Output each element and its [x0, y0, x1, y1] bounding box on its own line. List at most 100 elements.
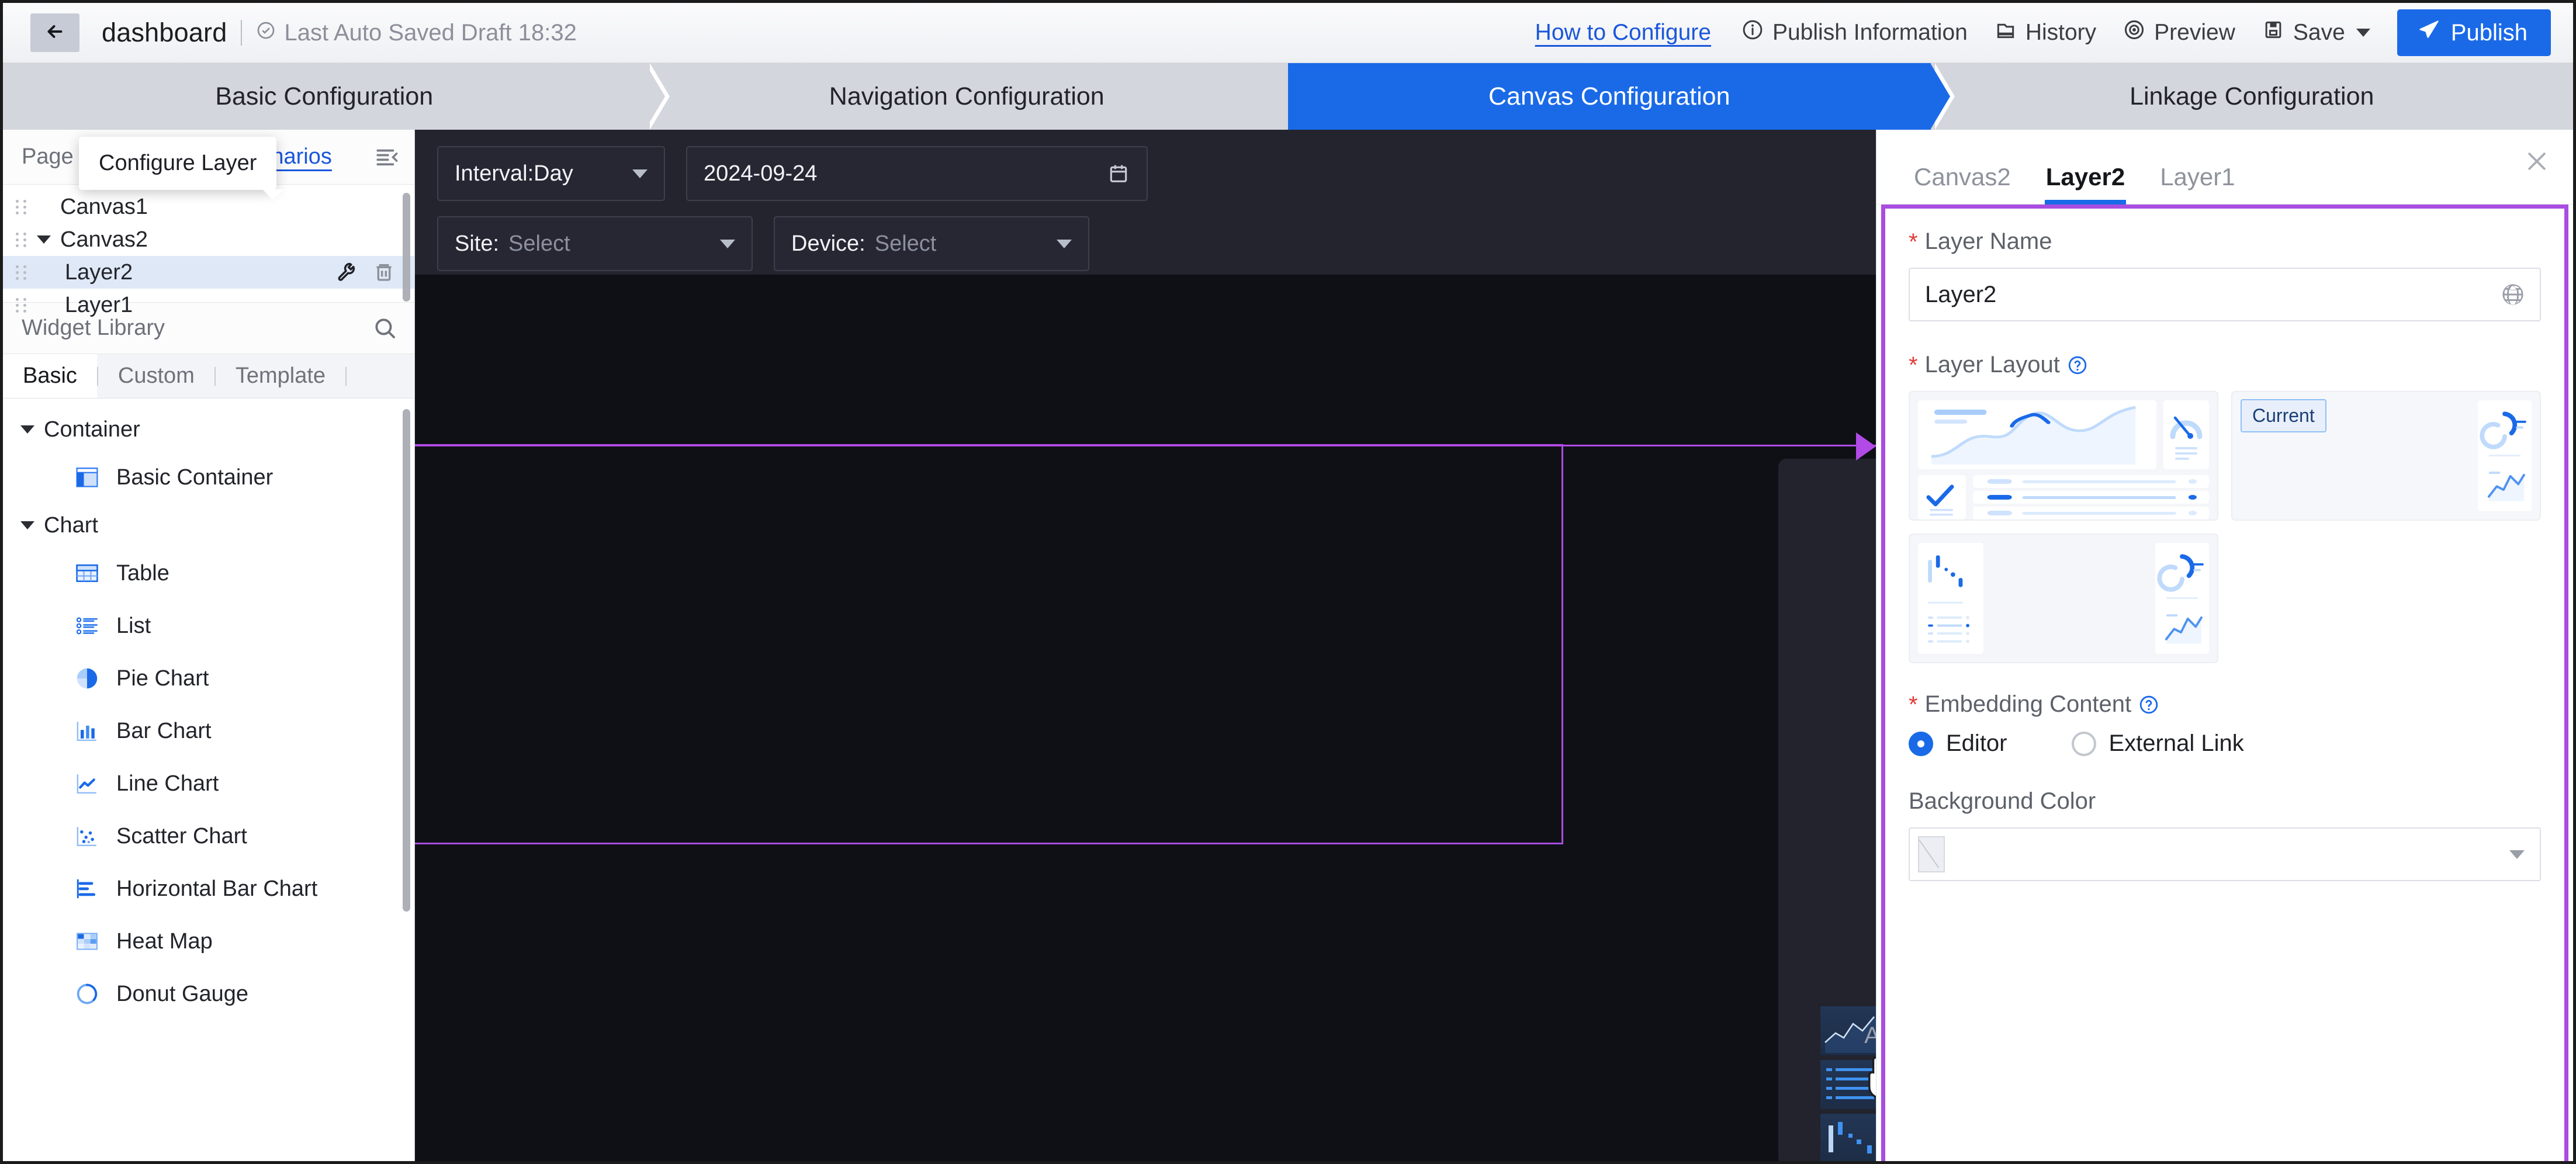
question-circle-icon[interactable]: [2067, 355, 2088, 376]
widget-line-chart[interactable]: Line Chart: [3, 757, 414, 810]
widget-label: Donut Gauge: [116, 981, 249, 1006]
tree-item-label: Layer1: [65, 292, 133, 317]
layer-name-input[interactable]: Layer2: [1909, 268, 2541, 321]
save-button[interactable]: Save: [2262, 19, 2370, 47]
layout2-donut-line-mini: [2478, 400, 2532, 511]
trash-icon[interactable]: [365, 261, 403, 284]
drag-handle-icon[interactable]: [16, 199, 31, 214]
tree-item-canvas1[interactable]: Canvas1: [3, 190, 414, 223]
layout-option-2[interactable]: Current: [2231, 391, 2541, 521]
radio-label: Editor: [1946, 730, 2007, 756]
layer-name-value: Layer2: [1925, 281, 1997, 307]
layout1-gauge-mini: [2163, 400, 2209, 469]
collapse-panel-icon[interactable]: [375, 145, 399, 169]
interval-select[interactable]: Interval:Day: [437, 146, 665, 201]
step-navigation-configuration[interactable]: Navigation Configuration: [645, 63, 1312, 130]
widget-donut-gauge[interactable]: Donut Gauge: [3, 968, 414, 1020]
tab-custom[interactable]: Custom: [98, 354, 214, 398]
close-icon[interactable]: [2523, 147, 2551, 175]
save-disk-icon: [2262, 19, 2284, 47]
tab-layer1[interactable]: Layer1: [2142, 163, 2252, 204]
tree-item-layer1[interactable]: Layer1: [3, 289, 414, 321]
wrench-icon[interactable]: [328, 261, 365, 284]
publish-information-button[interactable]: Publish Information: [1741, 19, 1968, 47]
layer-layout-label-row: * Layer Layout: [1909, 352, 2541, 378]
globe-icon[interactable]: [2500, 282, 2526, 307]
tree-scrollbar[interactable]: [403, 193, 410, 302]
configure-layer-tooltip: Configure Layer: [79, 137, 284, 200]
publish-information-label: Publish Information: [1772, 20, 1968, 45]
drag-handle-icon[interactable]: [16, 297, 31, 313]
widget-label: Bar Chart: [116, 718, 212, 743]
step-linkage-configuration[interactable]: Linkage Configuration: [1930, 63, 2573, 130]
site-select[interactable]: Site: Select: [437, 216, 753, 271]
publish-button[interactable]: Publish: [2397, 9, 2551, 56]
widget-label: List: [116, 613, 151, 638]
widget-basic-container[interactable]: Basic Container: [3, 451, 414, 504]
layout-option-1[interactable]: [1909, 391, 2218, 521]
site-placeholder: Select: [508, 231, 570, 256]
group-container[interactable]: Container: [3, 408, 414, 451]
save-label: Save: [2293, 20, 2345, 45]
widget-table[interactable]: Table: [3, 547, 414, 600]
layout3-scatter-list-mini: [1918, 543, 1983, 654]
tab-canvas2[interactable]: Canvas2: [1896, 163, 2028, 204]
widget-list[interactable]: List: [3, 600, 414, 652]
layer-name-label-row: * Layer Name: [1909, 228, 2541, 255]
site-label: Site:: [455, 231, 500, 256]
scatter-chart-icon: [74, 823, 100, 849]
eye-icon: [2123, 19, 2145, 47]
background-color-select[interactable]: [1909, 827, 2541, 881]
widget-label: Line Chart: [116, 771, 219, 796]
basic-container-icon: [74, 465, 100, 490]
widget-scatter-chart[interactable]: Scatter Chart: [3, 810, 414, 862]
history-label: History: [2025, 20, 2097, 45]
radio-external-link[interactable]: External Link: [2071, 730, 2244, 757]
date-picker[interactable]: 2024-09-24: [686, 146, 1148, 201]
drag-handle-icon[interactable]: [16, 232, 31, 247]
widget-horizontal-bar-chart[interactable]: Horizontal Bar Chart: [3, 862, 414, 915]
history-button[interactable]: History: [1995, 19, 2096, 47]
layout-option-3[interactable]: [1909, 534, 2218, 663]
pie-chart-icon: [74, 666, 100, 691]
pointing-hand-cursor: [1868, 1056, 1876, 1098]
widget-library-tabs: Basic Custom Template: [3, 354, 414, 399]
bar-chart-icon: [74, 718, 100, 744]
tab-layer2[interactable]: Layer2: [2028, 163, 2142, 205]
tree-row-actions: [328, 261, 414, 284]
table-icon: [74, 560, 100, 586]
widget-pie-chart[interactable]: Pie Chart: [3, 652, 414, 705]
tree-item-layer2[interactable]: Layer2: [3, 256, 414, 289]
widget-bar-chart[interactable]: Bar Chart: [3, 705, 414, 757]
tree-item-label: Layer2: [65, 259, 133, 285]
widget-list-scrollbar[interactable]: [403, 409, 410, 912]
back-button[interactable]: [30, 13, 79, 52]
info-icon: [1741, 19, 1764, 47]
radio-editor[interactable]: Editor: [1909, 730, 2007, 757]
tree-item-label: Canvas2: [60, 227, 148, 252]
widget-label: Table: [116, 560, 169, 586]
tab-template[interactable]: Template: [216, 354, 345, 398]
drag-handle-icon[interactable]: [16, 265, 31, 280]
step-basic-configuration[interactable]: Basic Configuration: [3, 63, 669, 130]
filter-row-2: Site: Select Device: Select: [437, 216, 1876, 271]
device-select[interactable]: Device: Select: [774, 216, 1089, 271]
question-circle-icon[interactable]: [2138, 694, 2159, 715]
send-icon: [2417, 18, 2440, 47]
tree-item-canvas2[interactable]: Canvas2: [3, 223, 414, 256]
header-divider: [241, 20, 243, 46]
tab-basic[interactable]: Basic: [3, 354, 97, 398]
how-to-configure-link[interactable]: How to Configure: [1535, 20, 1711, 46]
layout1-list-mini: [1973, 475, 2209, 519]
horizontal-bar-chart-icon: [74, 876, 100, 902]
page-hierarchy-tree: Canvas1 Canvas2 Layer2 Layer1 Configure …: [3, 137, 414, 317]
header-actions: How to Configure Publish Information His…: [1535, 9, 2551, 56]
canvas-surface[interactable]: Add widgets into this panel: [415, 275, 1876, 1161]
preview-button[interactable]: Preview: [2123, 19, 2235, 47]
widget-heat-map[interactable]: Heat Map: [3, 915, 414, 968]
group-label: Chart: [44, 512, 98, 538]
step-canvas-configuration[interactable]: Canvas Configuration: [1288, 63, 1954, 130]
chevron-down-icon[interactable]: [37, 235, 51, 244]
widget-label: Horizontal Bar Chart: [116, 876, 318, 901]
group-chart[interactable]: Chart: [3, 504, 414, 547]
